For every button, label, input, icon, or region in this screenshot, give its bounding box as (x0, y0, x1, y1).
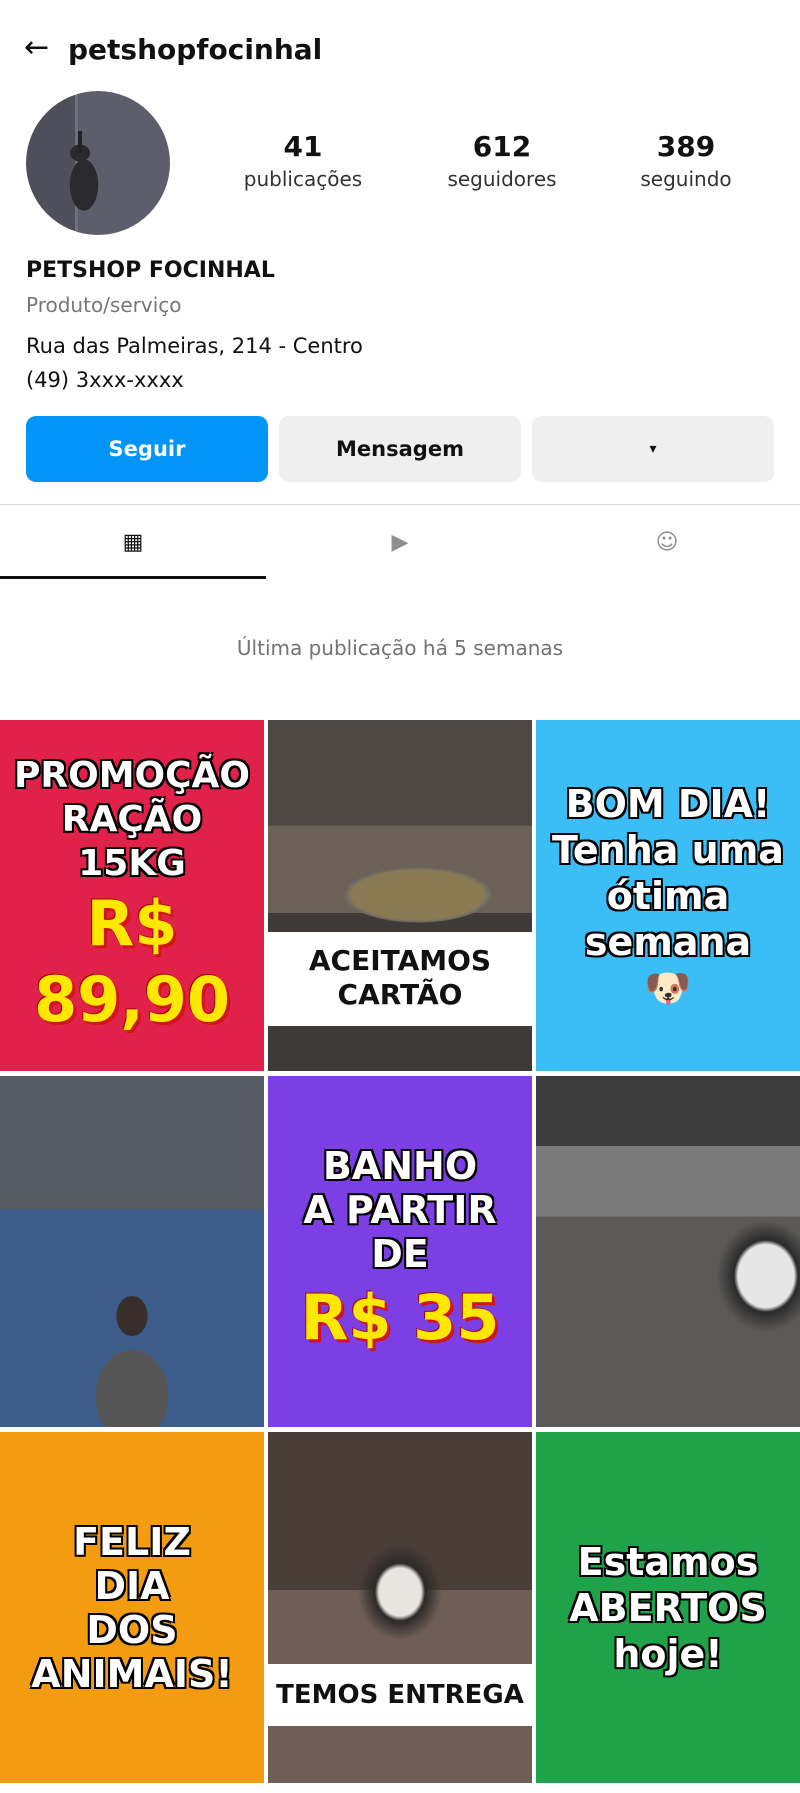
post-photo-groomer[interactable] (0, 1076, 264, 1427)
reels-icon: ▶ (391, 529, 409, 555)
post-text: ABERTOS (569, 1585, 767, 1630)
post-caption-strip: TEMOS ENTREGA (268, 1664, 532, 1726)
avatar-decor (78, 131, 82, 153)
post-bom-dia[interactable]: BOM DIA! Tenha uma ótima semana 🐶 (536, 720, 800, 1071)
tab-reels[interactable]: ▶ (267, 506, 533, 578)
profile-address: Rua das Palmeiras, 214 - Centro (26, 334, 363, 358)
post-text: RAÇÃO (61, 798, 203, 840)
tab-posts-grid[interactable]: ▦ (0, 506, 266, 578)
post-estamos-abertos[interactable]: Estamos ABERTOS hoje! (536, 1432, 800, 1783)
tab-tagged[interactable]: ☺ (534, 506, 800, 578)
grid-icon: ▦ (122, 529, 144, 555)
chevron-down-icon: ▾ (649, 441, 657, 457)
back-arrow-icon[interactable]: ← (24, 30, 49, 66)
post-text: PROMOÇÃO (13, 754, 251, 796)
post-text: BANHO (322, 1143, 478, 1188)
stat-posts-count: 41 (283, 130, 323, 163)
post-caption-strip: ACEITAMOS CARTÃO (268, 932, 532, 1026)
post-price: 89,90 (33, 962, 231, 1036)
post-text: DE (371, 1231, 429, 1276)
profile-username: petshopfocinhal (68, 33, 323, 66)
post-photo-dog-yard[interactable] (536, 1076, 800, 1427)
tagged-icon: ☺ (655, 529, 679, 555)
more-options-button[interactable]: ▾ (532, 416, 774, 482)
active-tab-indicator (0, 576, 266, 579)
post-price: R$ 35 (300, 1280, 500, 1354)
stat-followers[interactable]: 612 seguidores (427, 130, 577, 194)
post-text: Tenha uma (552, 827, 784, 872)
top-bar: ← petshopfocinhal (0, 0, 800, 100)
dog-emoji-icon: 🐶 (644, 965, 692, 1010)
post-text: 15KG (78, 842, 186, 884)
post-temos-entrega[interactable]: TEMOS ENTREGA (268, 1432, 532, 1783)
stat-followers-count: 612 (472, 130, 532, 163)
stat-posts[interactable]: 41 publicações (228, 130, 378, 194)
post-text: FELIZ (73, 1519, 191, 1564)
post-text: CARTÃO (337, 978, 463, 1011)
post-text: ótima (606, 873, 730, 918)
message-button[interactable]: Mensagem (279, 416, 521, 482)
post-text: hoje! (613, 1631, 723, 1676)
post-text: Estamos (577, 1539, 759, 1584)
post-price: R$ (86, 886, 178, 960)
profile-phone[interactable]: (49) 3xxx-xxxx (26, 368, 184, 392)
follow-button[interactable]: Seguir (26, 416, 268, 482)
post-promo-racao[interactable]: PROMOÇÃO RAÇÃO 15KG R$ 89,90 (0, 720, 264, 1071)
post-aceitamos-cartao[interactable]: ACEITAMOS CARTÃO (268, 720, 532, 1071)
post-text: ACEITAMOS (308, 944, 492, 977)
divider (0, 504, 800, 505)
avatar[interactable] (26, 91, 170, 235)
stat-following[interactable]: 389 seguindo (611, 130, 761, 194)
post-text: ANIMAIS! (31, 1651, 233, 1696)
profile-display-name: PETSHOP FOCINHAL (26, 258, 275, 283)
stat-following-count: 389 (656, 130, 716, 163)
stat-posts-label: publicações (243, 167, 363, 191)
stat-following-label: seguindo (640, 167, 732, 191)
stat-followers-label: seguidores (447, 167, 557, 191)
post-text: semana (584, 919, 752, 964)
post-text: BOM DIA! (565, 781, 771, 826)
post-dia-dos-animais[interactable]: FELIZ DIA DOS ANIMAIS! (0, 1432, 264, 1783)
post-text: A PARTIR (303, 1187, 497, 1232)
post-text: DOS (86, 1607, 178, 1652)
profile-category: Produto/serviço (26, 293, 182, 317)
post-text: DIA (94, 1563, 170, 1608)
last-post-notice: Última publicação há 5 semanas (236, 636, 564, 660)
post-text: TEMOS ENTREGA (276, 1680, 524, 1710)
post-banho[interactable]: BANHO A PARTIR DE R$ 35 (268, 1076, 532, 1427)
